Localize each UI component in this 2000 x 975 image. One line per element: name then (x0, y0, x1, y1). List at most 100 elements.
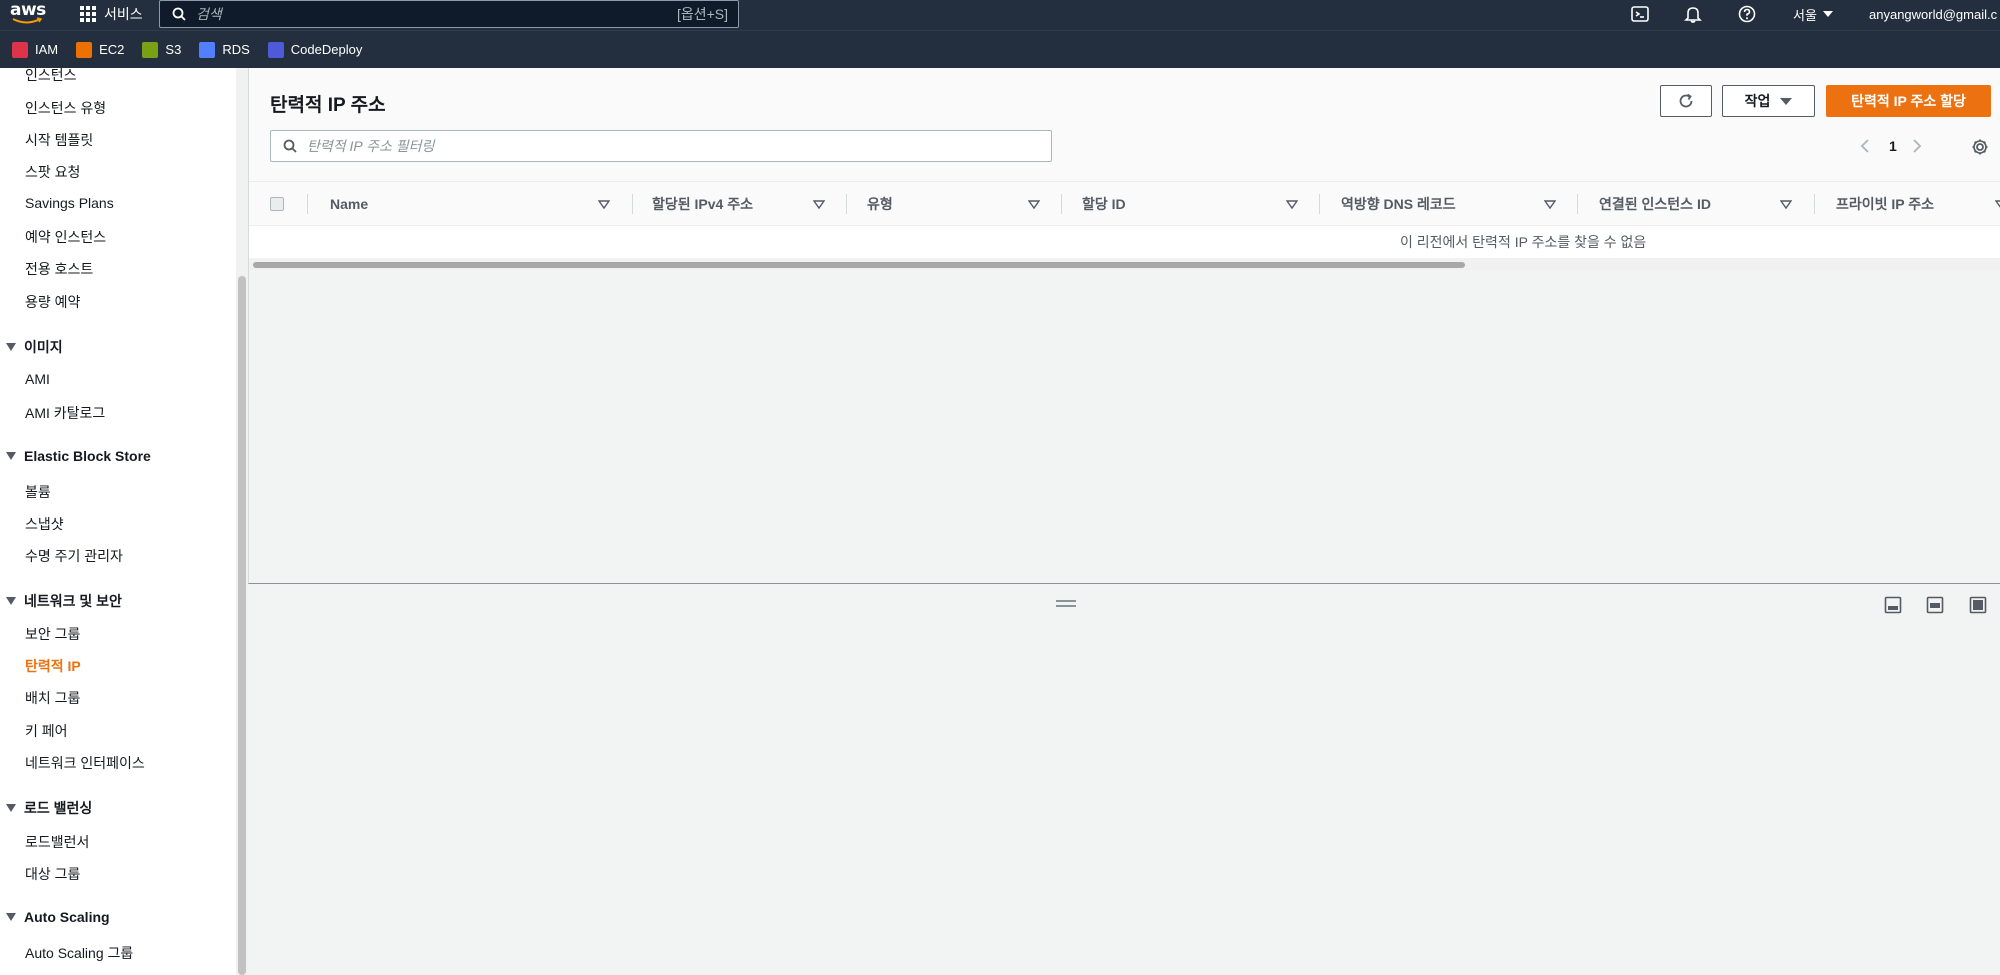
nav-item-ami[interactable]: AMI (25, 371, 50, 387)
allocate-elastic-ip-button[interactable]: 탄력적 IP 주소 할당 (1826, 85, 1991, 117)
rds-service-icon (199, 41, 216, 58)
nav-item-volumes[interactable]: 볼륨 (25, 482, 51, 502)
nav-item-dedicated-hosts[interactable]: 전용 호스트 (25, 259, 93, 279)
nav-item-key-pairs[interactable]: 키 페어 (25, 721, 68, 741)
favorite-s3[interactable]: S3 (142, 41, 182, 58)
page-number[interactable]: 1 (1889, 138, 1897, 154)
favorite-label: EC2 (99, 42, 125, 57)
nav-item-launch-templates[interactable]: 시작 템플릿 (25, 130, 93, 150)
global-search[interactable]: [옵션+S] (159, 0, 739, 28)
caret-down-icon (6, 343, 16, 351)
favorite-iam[interactable]: IAM (12, 41, 58, 58)
notifications-button[interactable] (1683, 0, 1703, 28)
refresh-button[interactable] (1660, 85, 1712, 117)
nav-item-target-groups[interactable]: 대상 그룹 (25, 864, 80, 884)
region-selector[interactable]: 서울 (1793, 0, 1833, 28)
search-icon (172, 7, 186, 21)
nav-item-placement-groups[interactable]: 배치 그룹 (25, 688, 80, 708)
sort-icon[interactable] (1028, 198, 1040, 210)
column-header-reverse-dns[interactable]: 역방향 DNS 레코드 (1341, 182, 1456, 226)
favorite-ec2[interactable]: EC2 (76, 41, 125, 58)
column-header-type[interactable]: 유형 (867, 182, 893, 226)
codedeploy-service-icon (267, 41, 284, 58)
nav-section-load-balancing[interactable]: 로드 밸런싱 (6, 798, 92, 818)
split-full-icon[interactable] (1969, 596, 1987, 614)
elastic-ip-table-panel: 탄력적 IP 주소 작업 탄력적 IP 주소 할당 탄력적 IP 주소 필터링 … (248, 68, 2000, 584)
global-search-input[interactable] (196, 6, 677, 22)
refresh-icon (1679, 93, 1693, 108)
column-header-name[interactable]: Name (330, 182, 368, 226)
nav-item-capacity-reservations[interactable]: 용량 예약 (25, 292, 80, 312)
grid-menu-icon (80, 6, 96, 22)
side-navigation: 인스턴스 인스턴스 유형 시작 템플릿 스팟 요청 Savings Plans … (0, 68, 248, 975)
split-side-icon[interactable] (1926, 596, 1944, 614)
empty-state-row: 이 리전에서 탄력적 IP 주소를 찾을 수 없음 (249, 226, 2000, 258)
nav-item-elastic-ips[interactable]: 탄력적 IP (25, 656, 81, 676)
nav-item-instance-types[interactable]: 인스턴스 유형 (25, 98, 106, 118)
sort-icon[interactable] (1286, 198, 1298, 210)
table-horizontal-scrollbar-thumb[interactable] (253, 262, 1465, 268)
iam-service-icon (12, 41, 28, 58)
main-content: 탄력적 IP 주소 작업 탄력적 IP 주소 할당 탄력적 IP 주소 필터링 … (248, 68, 2000, 975)
sort-icon[interactable] (1995, 198, 2000, 210)
chevron-right-icon[interactable] (1911, 138, 1923, 154)
services-menu-button[interactable]: 서비스 (80, 2, 143, 26)
table-column-headers: Name 할당된 IPv4 주소 유형 할당 ID 역방향 DNS 레코드 연결… (249, 182, 2000, 226)
nav-item-reserved-instances[interactable]: 예약 인스턴스 (25, 227, 106, 247)
actions-dropdown[interactable]: 작업 (1722, 85, 1815, 117)
cloudshell-icon (1631, 6, 1649, 22)
aws-logo[interactable]: aws (10, 0, 46, 28)
sort-icon[interactable] (813, 198, 825, 210)
favorites-bar: IAM EC2 S3 RDS CodeDeploy (0, 30, 2000, 68)
filter-input[interactable] (307, 138, 1051, 154)
top-navigation: aws 서비스 [옵션+S] (0, 0, 2000, 30)
search-shortcut-hint: [옵션+S] (676, 6, 728, 22)
nav-section-ebs[interactable]: Elastic Block Store (6, 448, 151, 464)
column-header-associated-instance[interactable]: 연결된 인스턴스 ID (1599, 182, 1711, 226)
caret-down-icon (6, 452, 16, 460)
nav-item-savings-plans[interactable]: Savings Plans (25, 195, 114, 211)
sort-icon[interactable] (1780, 198, 1792, 210)
chevron-left-icon[interactable] (1859, 138, 1871, 154)
favorite-codedeploy[interactable]: CodeDeploy (267, 41, 363, 58)
nav-section-network-security[interactable]: 네트워크 및 보안 (6, 591, 122, 611)
actions-label: 작업 (1744, 93, 1771, 109)
bell-icon (1684, 7, 1702, 23)
nav-item-load-balancers[interactable]: 로드밸런서 (25, 832, 89, 852)
column-header-allocation-id[interactable]: 할당 ID (1082, 182, 1126, 226)
column-header-allocated-ipv4[interactable]: 할당된 IPv4 주소 (652, 182, 753, 226)
column-header-private-ip[interactable]: 프라이빗 IP 주소 (1836, 182, 1934, 226)
sort-icon[interactable] (598, 198, 610, 210)
split-panel-resize-handle[interactable] (1056, 600, 1076, 608)
favorite-rds[interactable]: RDS (199, 41, 250, 58)
help-icon (1738, 5, 1756, 23)
nav-section-title: 로드 밸런싱 (24, 800, 93, 816)
nav-item-network-interfaces[interactable]: 네트워크 인터페이스 (25, 753, 145, 773)
nav-item-instances[interactable]: 인스턴스 (25, 68, 77, 85)
help-button[interactable] (1737, 0, 1757, 28)
table-header-area: 탄력적 IP 주소 작업 탄력적 IP 주소 할당 탄력적 IP 주소 필터링 … (249, 68, 2000, 182)
select-all-checkbox[interactable] (270, 197, 284, 211)
empty-state-message: 이 리전에서 탄력적 IP 주소를 찾을 수 없음 (1400, 234, 1647, 250)
nav-section-auto-scaling[interactable]: Auto Scaling (6, 909, 110, 925)
nav-item-snapshots[interactable]: 스냅샷 (25, 514, 64, 534)
favorite-label: S3 (165, 42, 182, 57)
nav-section-title: Elastic Block Store (24, 448, 151, 464)
nav-section-title: 이미지 (24, 339, 63, 355)
nav-item-spot-requests[interactable]: 스팟 요청 (25, 162, 80, 182)
aws-smile-icon (12, 17, 42, 24)
nav-item-lifecycle-manager[interactable]: 수명 주기 관리자 (25, 546, 123, 566)
s3-service-icon (142, 41, 159, 58)
nav-section-images[interactable]: 이미지 (6, 337, 63, 357)
cloudshell-button[interactable] (1630, 0, 1650, 28)
account-menu[interactable]: anyangworld@gmail.c (1869, 0, 1997, 28)
nav-item-auto-scaling-groups[interactable]: Auto Scaling 그룹 (25, 943, 133, 963)
elastic-ip-filter[interactable] (270, 130, 1052, 162)
sort-icon[interactable] (1544, 198, 1556, 210)
split-bottom-icon[interactable] (1884, 596, 1902, 614)
nav-item-ami-catalog[interactable]: AMI 카탈로그 (25, 403, 105, 423)
gear-icon[interactable] (1971, 138, 1989, 156)
favorite-label: CodeDeploy (290, 42, 363, 57)
sidebar-scrollbar-thumb[interactable] (238, 276, 246, 975)
nav-item-security-groups[interactable]: 보안 그룹 (25, 624, 80, 644)
